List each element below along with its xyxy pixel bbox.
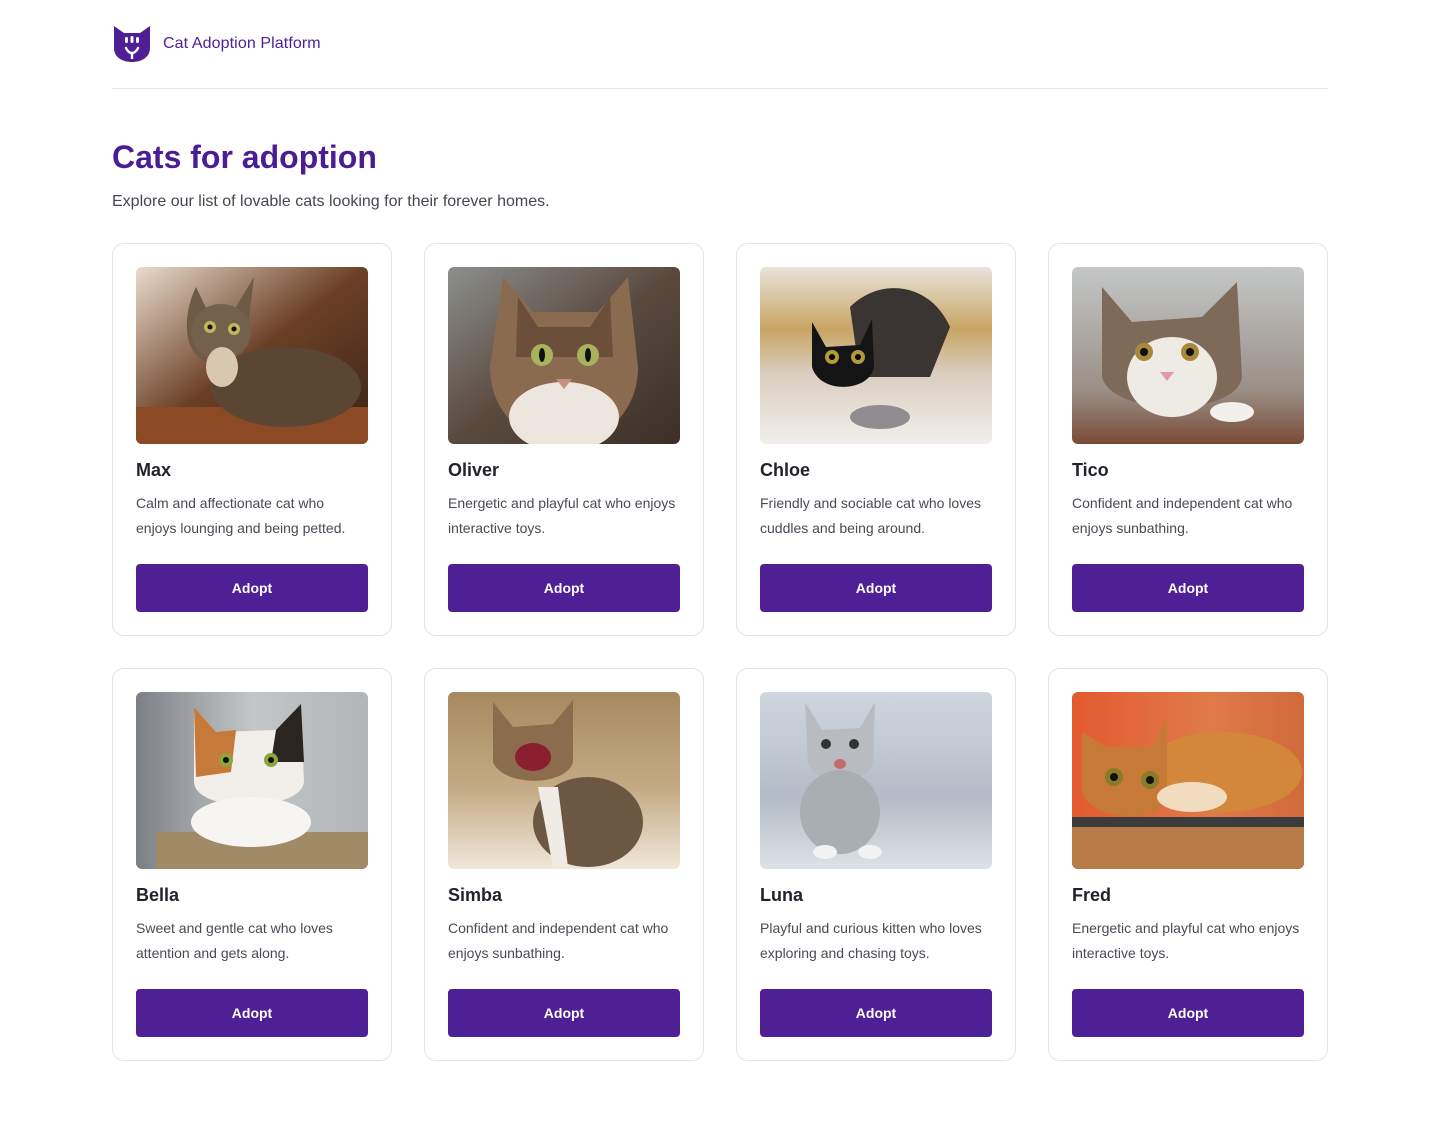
cat-description: Confident and independent cat who enjoys… — [1072, 495, 1293, 536]
adopt-button-luna[interactable]: Adopt — [760, 989, 992, 1037]
cat-photo-luna — [760, 692, 992, 869]
brand-name[interactable]: Cat Adoption Platform — [163, 35, 321, 53]
adopt-button-tico[interactable]: Adopt — [1072, 564, 1304, 612]
cat-name: Simba — [448, 885, 503, 905]
cat-card-max: Max Calm and affectionate cat who enjoys… — [112, 243, 392, 636]
cat-card-simba: Simba Confident and independent cat who … — [424, 668, 704, 1061]
cat-photo-fred — [1072, 692, 1304, 869]
cat-name: Max — [136, 460, 172, 480]
adopt-button-max[interactable]: Adopt — [136, 564, 368, 612]
cat-name: Fred — [1072, 885, 1112, 905]
cat-card-luna: Luna Playful and curious kitten who love… — [736, 668, 1016, 1061]
page: Cat Adoption Platform Cats for adoption … — [0, 0, 1440, 1131]
cat-description: Confident and independent cat who enjoys… — [448, 920, 669, 961]
site-header: Cat Adoption Platform — [112, 0, 1328, 89]
cat-photo-oliver — [448, 267, 680, 444]
cat-card-fred: Fred Energetic and playful cat who enjoy… — [1048, 668, 1328, 1061]
cat-name: Tico — [1072, 460, 1109, 480]
cat-card-tico: Tico Confident and independent cat who e… — [1048, 243, 1328, 636]
page-subtitle: Explore our list of lovable cats looking… — [112, 193, 550, 210]
cat-photo-simba — [448, 692, 680, 869]
cat-description: Energetic and playful cat who enjoys int… — [1072, 920, 1300, 961]
cat-face-icon[interactable] — [112, 24, 152, 64]
cat-photo-tico — [1072, 267, 1304, 444]
cat-name: Oliver — [448, 460, 500, 480]
adopt-button-bella[interactable]: Adopt — [136, 989, 368, 1037]
cat-photo-max — [136, 267, 368, 444]
cat-card-chloe: Chloe Friendly and sociable cat who love… — [736, 243, 1016, 636]
cat-card-bella: Bella Sweet and gentle cat who loves att… — [112, 668, 392, 1061]
cat-card-oliver: Oliver Energetic and playful cat who enj… — [424, 243, 704, 636]
cat-description: Friendly and sociable cat who loves cudd… — [760, 495, 982, 536]
cat-photo-bella — [136, 692, 368, 869]
cat-name: Luna — [760, 885, 803, 905]
adopt-button-fred[interactable]: Adopt — [1072, 989, 1304, 1037]
cat-name: Bella — [136, 885, 180, 905]
cat-description: Energetic and playful cat who enjoys int… — [448, 495, 676, 536]
cat-description: Playful and curious kitten who loves exp… — [760, 920, 982, 961]
adopt-button-chloe[interactable]: Adopt — [760, 564, 992, 612]
cat-name: Chloe — [760, 460, 811, 480]
cat-description: Calm and affectionate cat who enjoys lou… — [136, 495, 346, 536]
page-title: Cats for adoption — [112, 139, 377, 175]
cat-photo-chloe — [760, 267, 992, 444]
adopt-button-simba[interactable]: Adopt — [448, 989, 680, 1037]
adopt-button-oliver[interactable]: Adopt — [448, 564, 680, 612]
cat-grid: Max Calm and affectionate cat who enjoys… — [112, 243, 1328, 1061]
cat-description: Sweet and gentle cat who loves attention… — [136, 920, 333, 961]
